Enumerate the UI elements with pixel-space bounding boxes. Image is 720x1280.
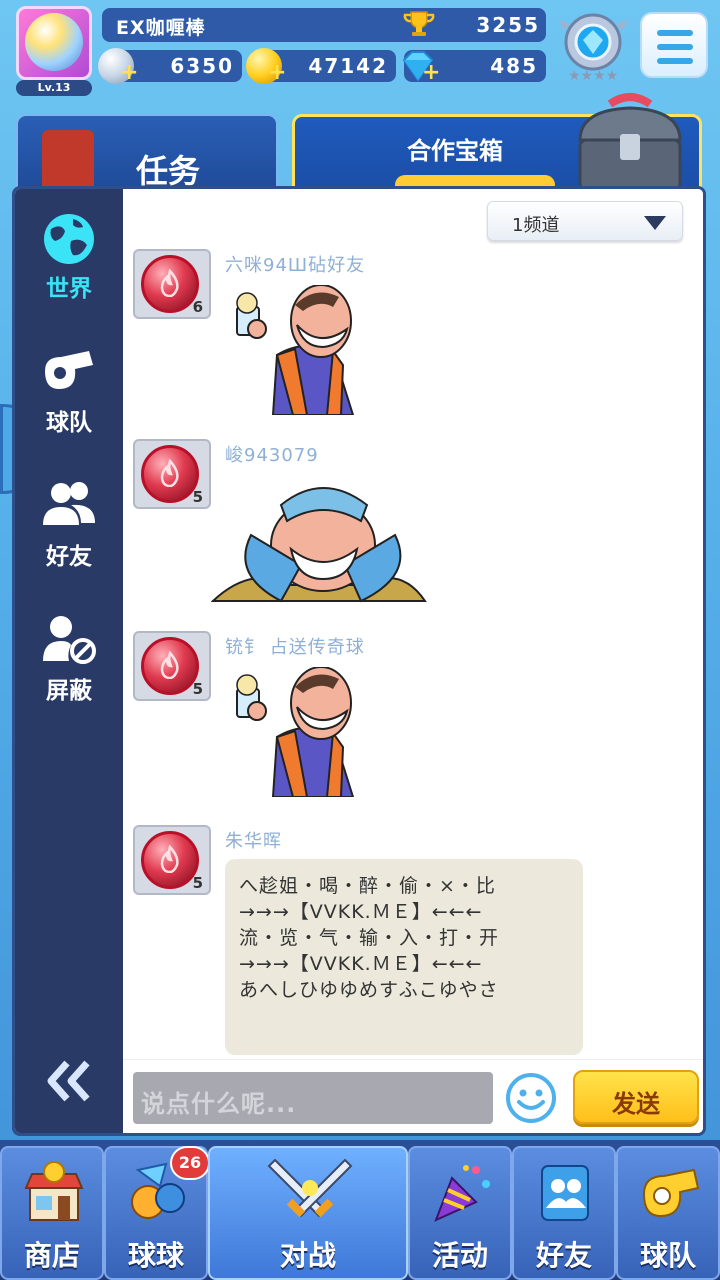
- svg-text:★★★★: ★★★★: [568, 68, 618, 84]
- sidebar-item-world[interactable]: 世界: [15, 189, 123, 309]
- user-level: 5: [192, 680, 203, 698]
- chat-panel: 世界 球队 好友 屏蔽 1频道 6 六咪94Ш砧好友 5 峻943079 5 铳…: [12, 186, 706, 1136]
- party-popper-icon: [434, 1165, 490, 1222]
- message-username[interactable]: 六咪94Ш砧好友: [225, 251, 365, 277]
- diamond-amount: 485: [490, 54, 538, 78]
- friends-book-icon: [541, 1165, 589, 1221]
- nav-item-team[interactable]: 球队: [616, 1146, 720, 1280]
- user-rank-badge[interactable]: 5: [133, 825, 211, 895]
- sidebar-item-label: 世界: [46, 276, 92, 302]
- flame-icon: [160, 845, 179, 873]
- chat-input-placeholder: 说点什么呢...: [141, 1090, 297, 1118]
- bottom-nav: 商店 26 球球 对战 活动 好友 球队: [0, 1140, 720, 1280]
- nav-label: 球队: [639, 1239, 696, 1272]
- nav-label: 球球: [127, 1239, 184, 1272]
- friends-icon: [43, 482, 95, 525]
- shop-icon: [24, 1161, 84, 1221]
- treasure-chest-icon: [578, 93, 682, 192]
- silver-currency[interactable]: + 6350: [98, 48, 242, 84]
- nav-label: 对战: [279, 1239, 336, 1272]
- user-level: 5: [192, 488, 203, 506]
- send-button[interactable]: 发送: [573, 1070, 699, 1124]
- sidebar-item-team[interactable]: 球队: [15, 323, 123, 443]
- nav-label: 商店: [23, 1239, 80, 1272]
- avatar-image: [25, 13, 83, 71]
- globe-icon: [44, 214, 94, 264]
- flame-icon: [160, 269, 179, 297]
- rank-medal-icon[interactable]: ★★★★: [556, 10, 630, 84]
- gold-amount: 47142: [308, 54, 388, 78]
- message-bubble: へ趁姐・喝・醉・偷・×・比 →→→【VVKK.ＭＥ】←←← 流・览・气・输・入・…: [225, 859, 583, 1055]
- message-line: →→→【VVKK.ＭＥ】←←←: [239, 901, 483, 923]
- sidebar-item-label: 屏蔽: [46, 678, 92, 704]
- add-gold-icon[interactable]: +: [268, 62, 286, 84]
- send-label: 发送: [612, 1090, 660, 1118]
- nav-item-balls[interactable]: 26 球球: [104, 1146, 210, 1280]
- nav-item-battle[interactable]: 对战: [208, 1146, 408, 1280]
- user-rank-badge[interactable]: 6: [133, 249, 211, 319]
- nav-item-friends[interactable]: 好友: [512, 1146, 616, 1280]
- user-level: 5: [192, 874, 203, 892]
- chat-message-list[interactable]: 1频道 6 六咪94Ш砧好友 5 峻943079 5 铳钅 占送传奇球 5 朱华…: [123, 189, 703, 1059]
- crying-sticker: [211, 487, 427, 603]
- nav-item-events[interactable]: 活动: [408, 1146, 512, 1280]
- sidebar-item-friends[interactable]: 好友: [15, 457, 123, 577]
- sidebar-item-label: 好友: [46, 544, 92, 570]
- whistle-icon: [45, 351, 93, 389]
- coop-chest-label: 合作宝箱: [407, 137, 503, 165]
- task-book-icon: [42, 130, 94, 192]
- message-line: 流・览・气・输・入・打・开: [239, 927, 500, 949]
- player-level: Lv.13: [16, 80, 92, 96]
- user-rank-badge[interactable]: 5: [133, 439, 211, 509]
- message-line: あへしひゆゆめすふこゆやさ: [239, 979, 499, 1001]
- message-line: →→→【VVKK.ＭＥ】←←←: [239, 953, 483, 975]
- channel-selected: 1频道: [512, 215, 560, 236]
- chat-sidebar: 世界 球队 好友 屏蔽: [15, 189, 123, 1133]
- trophy-count: 3255: [476, 13, 540, 37]
- menu-button[interactable]: [640, 12, 708, 78]
- menu-line-icon: [657, 30, 693, 36]
- emoji-icon[interactable]: [505, 1072, 557, 1124]
- team-whistle-icon: [642, 1168, 700, 1218]
- add-diamond-icon[interactable]: +: [422, 62, 440, 84]
- nav-label: 好友: [535, 1239, 592, 1272]
- nav-label: 活动: [431, 1239, 488, 1272]
- chat-input[interactable]: 说点什么呢...: [133, 1072, 493, 1124]
- flame-icon: [160, 651, 179, 679]
- diamond-currency[interactable]: + 485: [402, 50, 546, 84]
- block-user-icon: [43, 616, 96, 664]
- collapse-chevrons-icon[interactable]: [45, 1059, 95, 1103]
- message-line: へ趁姐・喝・醉・偷・×・比: [239, 875, 496, 897]
- flame-icon: [160, 459, 179, 487]
- gold-currency[interactable]: + 47142: [246, 48, 396, 84]
- channel-dropdown[interactable]: 1频道: [487, 201, 683, 241]
- sidebar-item-blocked[interactable]: 屏蔽: [15, 591, 123, 711]
- nav-item-shop[interactable]: 商店: [0, 1146, 104, 1280]
- message-username[interactable]: 铳钅 占送传奇球: [225, 633, 365, 659]
- menu-line-icon: [657, 44, 693, 50]
- message-username[interactable]: 峻943079: [225, 441, 319, 467]
- beer-cheer-sticker: [236, 667, 355, 797]
- balls-notification-badge: 26: [170, 1146, 210, 1180]
- menu-line-icon: [657, 58, 693, 64]
- beer-cheer-sticker: [236, 285, 355, 415]
- message-username[interactable]: 朱华晖: [225, 827, 282, 853]
- user-rank-badge[interactable]: 5: [133, 631, 211, 701]
- sidebar-item-label: 球队: [46, 410, 92, 436]
- player-name: EX咖喱棒: [116, 17, 206, 39]
- trophy-icon: [403, 11, 435, 36]
- chat-composer: 说点什么呢... 发送: [123, 1059, 703, 1133]
- add-silver-icon[interactable]: +: [120, 62, 138, 84]
- player-avatar[interactable]: [16, 6, 92, 80]
- crossed-swords-icon: [267, 1158, 353, 1218]
- chevron-down-icon: [644, 216, 666, 230]
- player-name-bar: EX咖喱棒 3255: [102, 8, 546, 42]
- user-level: 6: [192, 298, 203, 316]
- silver-amount: 6350: [170, 54, 234, 78]
